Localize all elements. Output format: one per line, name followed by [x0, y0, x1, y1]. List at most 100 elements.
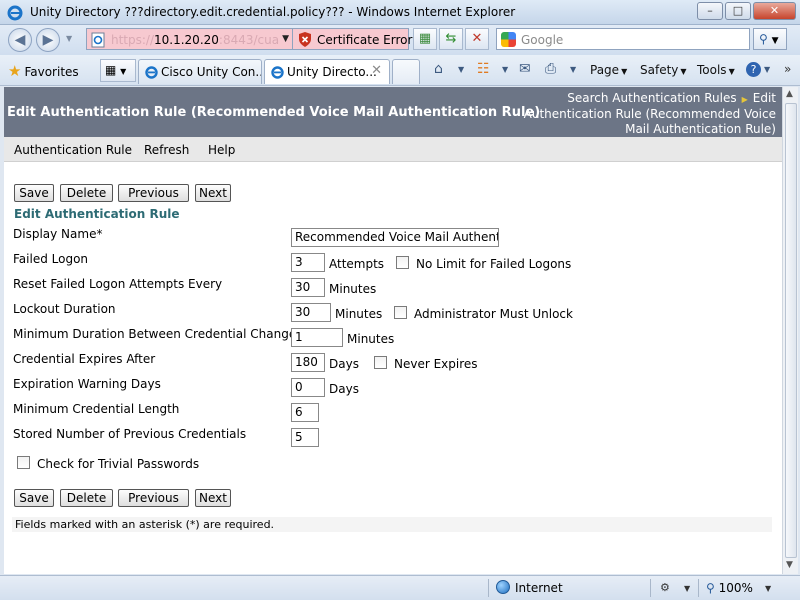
page-icon: [91, 32, 105, 48]
no-limit-checkbox[interactable]: [396, 256, 409, 269]
expiration-warning-unit: Days: [329, 382, 359, 396]
tab-label: Unity Directo...: [287, 65, 377, 79]
reset-attempts-field[interactable]: 30: [291, 278, 325, 297]
zoom-dropdown-icon[interactable]: ▼: [765, 584, 771, 593]
delete-button[interactable]: Delete: [60, 184, 113, 202]
previous-button-bottom[interactable]: Previous: [118, 489, 189, 507]
reset-attempts-unit: Minutes: [329, 282, 377, 296]
tab-label: Cisco Unity Con...: [161, 65, 262, 79]
min-duration-label: Minimum Duration Between Credential Chan…: [13, 327, 303, 341]
quick-tabs-icon: ▦: [105, 63, 117, 77]
print-dropdown-icon[interactable]: ▼: [570, 65, 576, 74]
next-button-bottom[interactable]: Next: [195, 489, 231, 507]
zoom-value: 100%: [718, 581, 753, 595]
trivial-passwords-checkbox[interactable]: [17, 456, 30, 469]
more-icon[interactable]: »: [784, 62, 791, 76]
expiration-warning-field[interactable]: 0: [291, 378, 325, 397]
zoom-level[interactable]: ⚲ 100%: [706, 581, 753, 595]
refresh-icon: ⇆: [445, 31, 457, 46]
search-button[interactable]: ⚲ ▼: [753, 28, 787, 50]
magnifier-icon: ⚲: [759, 32, 768, 46]
new-tab-button[interactable]: [392, 59, 420, 84]
ie-page-icon: [271, 66, 284, 79]
save-button[interactable]: Save: [14, 184, 54, 202]
menu-refresh[interactable]: Refresh: [144, 143, 189, 157]
breadcrumb-search-link[interactable]: Search Authentication Rules: [567, 91, 736, 105]
lockout-duration-label: Lockout Duration: [13, 302, 116, 316]
stored-credentials-field[interactable]: 5: [291, 428, 319, 447]
chevron-down-icon: ▼: [621, 67, 628, 76]
page-menu[interactable]: Page ▼: [590, 63, 627, 77]
failed-logon-label: Failed Logon: [13, 252, 89, 266]
administrator-must-unlock-checkbox[interactable]: [394, 306, 407, 319]
expiration-warning-label: Expiration Warning Days: [13, 377, 161, 391]
feeds-icon[interactable]: ☷: [477, 61, 490, 77]
scroll-up-icon[interactable]: ▲: [786, 89, 793, 99]
breadcrumb: Search Authentication Rules ▶ Edit Authent…: [496, 91, 776, 137]
delete-button-bottom[interactable]: Delete: [60, 489, 113, 507]
forward-arrow-icon: ▶: [42, 32, 54, 48]
browser-tab-unity-directory[interactable]: Unity Directo... ✕: [264, 59, 390, 84]
vertical-scrollbar[interactable]: ▲ ▼: [782, 87, 798, 574]
read-mail-icon[interactable]: ✉: [519, 61, 531, 77]
credential-expires-field[interactable]: 180: [291, 353, 325, 372]
page-menu-label: Page: [590, 63, 620, 77]
help-dropdown-icon[interactable]: ▼: [764, 65, 770, 74]
lockout-duration-field[interactable]: 30: [291, 303, 331, 322]
close-window-button[interactable]: ✕: [753, 2, 796, 20]
menu-authentication-rule[interactable]: Authentication Rule: [14, 143, 132, 157]
protected-mode-icon[interactable]: ⚙: [660, 581, 670, 594]
lockout-duration-unit: Minutes: [335, 307, 383, 321]
page-title: Edit Authentication Rule (Recommended Vo…: [7, 105, 541, 120]
tools-menu[interactable]: Tools ▼: [697, 63, 735, 77]
previous-button[interactable]: Previous: [118, 184, 189, 202]
search-input[interactable]: Google: [496, 28, 750, 50]
history-dropdown-icon[interactable]: ▼: [66, 34, 72, 43]
internet-explorer-icon: [7, 5, 23, 21]
stop-button[interactable]: ✕: [465, 28, 489, 50]
print-icon[interactable]: ⎙: [545, 61, 556, 77]
certificate-error-button[interactable]: Certificate Error: [292, 28, 413, 50]
certificate-error-label: Certificate Error: [317, 33, 413, 47]
reset-attempts-label: Reset Failed Logon Attempts Every: [13, 277, 223, 291]
status-divider: [488, 579, 489, 597]
favorites-button[interactable]: ★ Favorites: [8, 62, 79, 80]
next-button[interactable]: Next: [195, 184, 231, 202]
google-icon: [501, 32, 516, 47]
protected-mode-dropdown-icon[interactable]: ▼: [684, 584, 690, 593]
quick-tabs-button[interactable]: ▦ ▼: [100, 59, 136, 82]
section-title: Edit Authentication Rule: [14, 207, 180, 221]
home-icon[interactable]: ⌂: [434, 61, 443, 77]
close-tab-icon[interactable]: ✕: [371, 63, 382, 78]
scrollbar-thumb[interactable]: [785, 103, 797, 558]
stop-icon: ✕: [471, 31, 483, 46]
display-name-field[interactable]: Recommended Voice Mail Authentic: [291, 228, 499, 247]
save-button-bottom[interactable]: Save: [14, 489, 54, 507]
forward-button[interactable]: ▶: [36, 28, 60, 52]
failed-logon-unit: Attempts: [329, 257, 385, 271]
address-input[interactable]: https://10.1.20.20:8443/cuadm ▼: [86, 28, 292, 50]
browser-tab-cisco-unity-connection[interactable]: Cisco Unity Con...: [138, 59, 262, 84]
help-icon[interactable]: ?: [746, 62, 761, 77]
window-controls: – □ ✕: [695, 2, 796, 20]
refresh-button[interactable]: ⇆: [439, 28, 463, 50]
minimize-button[interactable]: –: [697, 2, 723, 20]
maximize-button[interactable]: □: [725, 2, 751, 20]
address-dropdown-icon[interactable]: ▼: [282, 34, 289, 44]
search-placeholder: Google: [521, 33, 564, 47]
search-dropdown-icon[interactable]: ▼: [772, 36, 779, 46]
never-expires-checkbox[interactable]: [374, 356, 387, 369]
globe-icon: [496, 580, 510, 594]
failed-logon-field[interactable]: 3: [291, 253, 325, 272]
min-length-field[interactable]: 6: [291, 403, 319, 422]
tab-list-dropdown-icon[interactable]: ▼: [120, 67, 126, 76]
status-divider: [650, 579, 651, 597]
min-duration-field[interactable]: 1: [291, 328, 343, 347]
menu-help[interactable]: Help: [208, 143, 235, 157]
scroll-down-icon[interactable]: ▼: [786, 560, 793, 570]
safety-menu[interactable]: Safety ▼: [640, 63, 687, 77]
back-button[interactable]: ◀: [8, 28, 32, 52]
home-dropdown-icon[interactable]: ▼: [458, 65, 464, 74]
compatibility-view-button[interactable]: ▦: [413, 28, 437, 50]
feeds-dropdown-icon[interactable]: ▼: [502, 65, 508, 74]
